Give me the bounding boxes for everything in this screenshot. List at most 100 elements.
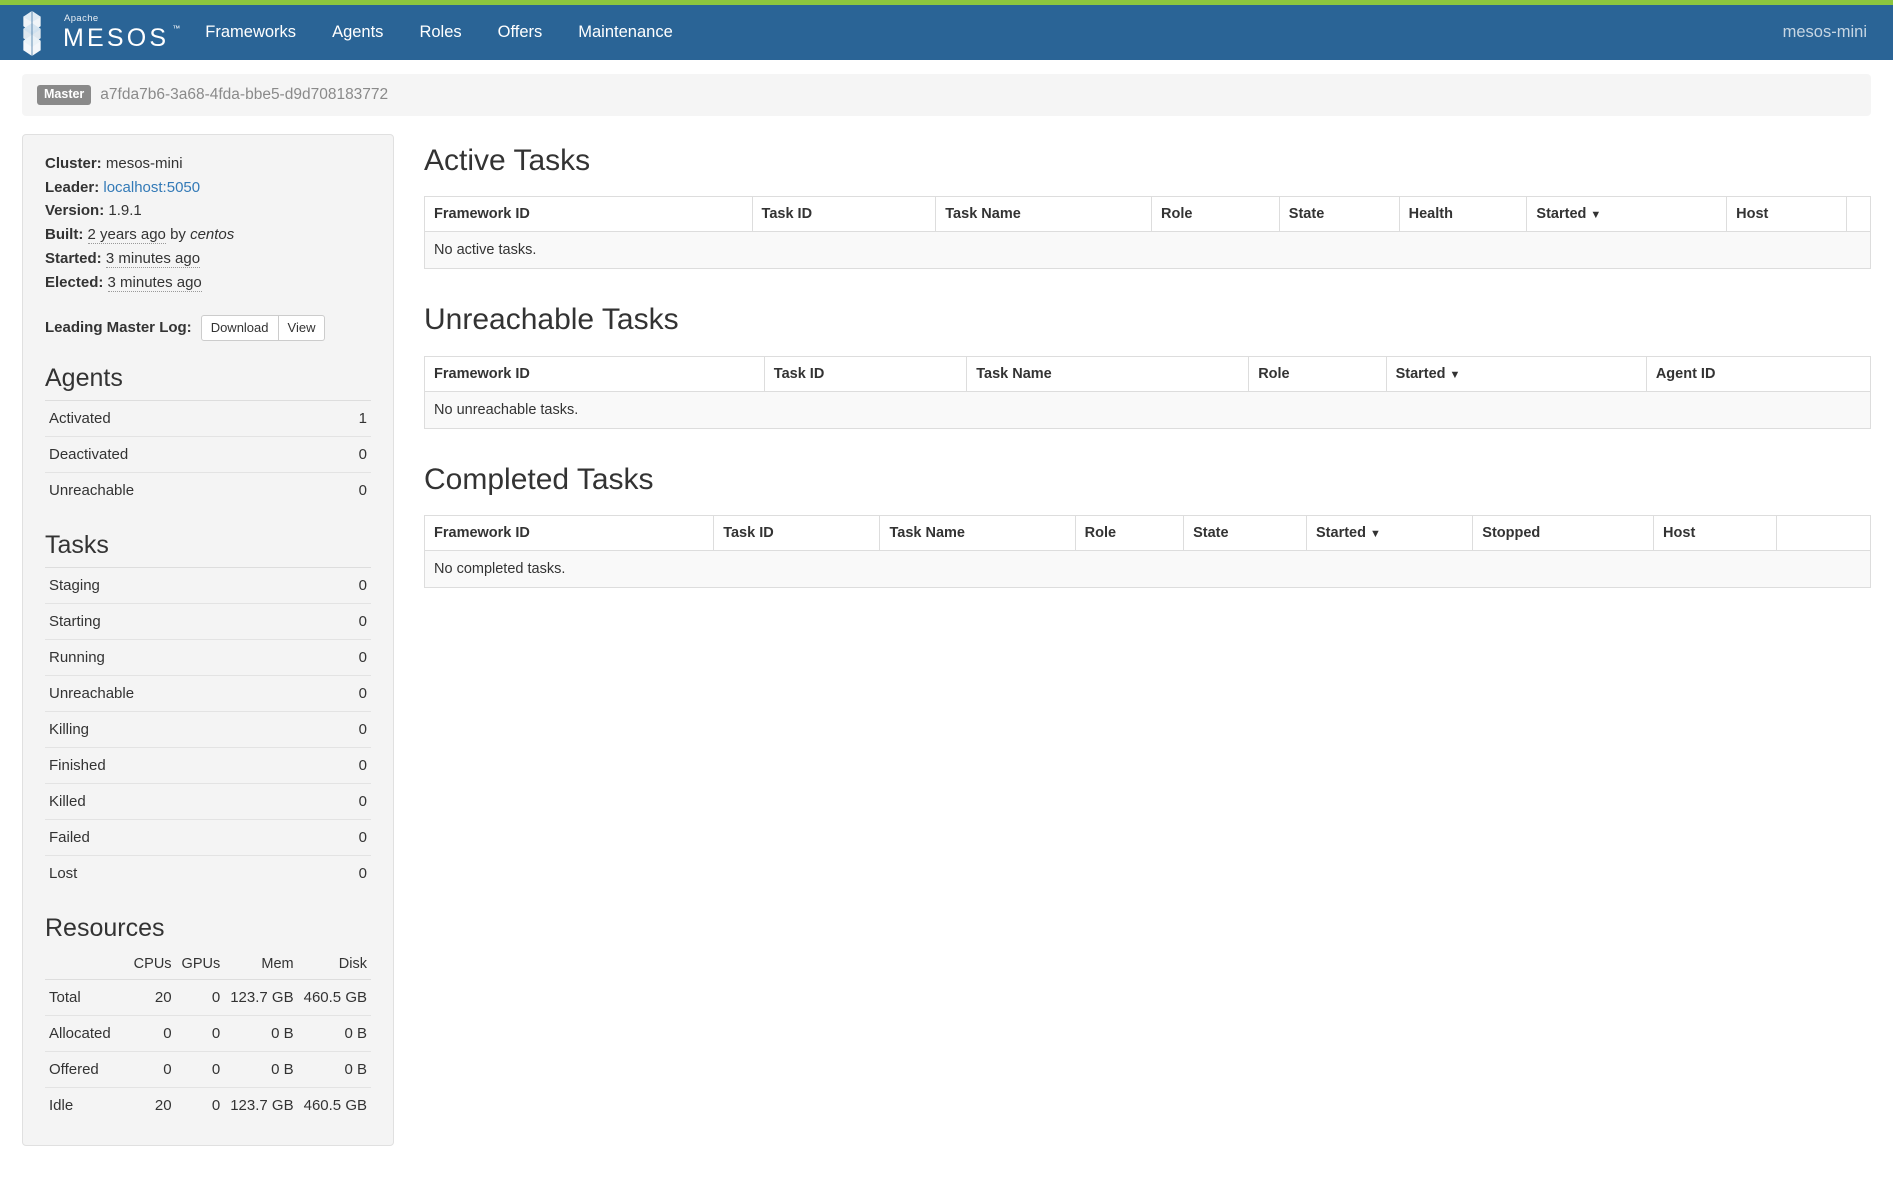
nav-item-roles[interactable]: Roles: [401, 5, 479, 60]
meta-leader-link[interactable]: localhost:5050: [103, 179, 200, 196]
resources-col-mem: Mem: [224, 950, 298, 981]
tasks-failed-value: 0: [318, 819, 371, 856]
completed-col-started[interactable]: Started ▼: [1306, 515, 1474, 552]
tasks-starting-label: Starting: [45, 603, 319, 640]
table-row: No active tasks.: [424, 231, 1871, 269]
resources-allocated-gpus: 0: [175, 1015, 225, 1052]
unreachable-col-task-id[interactable]: Task ID: [763, 356, 968, 392]
tasks-section-title: Tasks: [45, 531, 109, 560]
resources-header-row: CPUs GPUs Mem Disk: [45, 950, 371, 981]
meta-elected-label: Elected:: [45, 273, 104, 291]
main-panel: Active Tasks Framework ID Task ID Task N…: [394, 134, 1872, 591]
unreachable-col-started[interactable]: Started ▼: [1385, 356, 1647, 392]
tasks-finished-value: 0: [318, 747, 371, 784]
mesos-brand-link[interactable]: Apache MESOS ™: [0, 5, 187, 60]
active-col-extra: [1845, 196, 1872, 233]
resources-idle-label: Idle: [45, 1087, 128, 1124]
completed-col-framework-id[interactable]: Framework ID: [423, 515, 715, 552]
brand-apache-text: Apache: [64, 13, 99, 25]
resources-section-title: Resources: [45, 914, 165, 943]
table-row: No completed tasks.: [424, 550, 1871, 588]
completed-col-state[interactable]: State: [1183, 515, 1308, 552]
unreachable-tasks-empty-message: No unreachable tasks.: [424, 390, 1871, 429]
resources-allocated-mem: 0 B: [224, 1015, 298, 1052]
brand-trademark-symbol: ™: [172, 23, 181, 33]
active-col-task-name[interactable]: Task Name: [935, 196, 1152, 233]
agents-deactivated-value: 0: [318, 436, 371, 473]
agents-section-title: Agents: [45, 364, 123, 393]
resources-idle-mem: 123.7 GB: [224, 1087, 298, 1124]
meta-elected-value: 3 minutes ago: [107, 273, 202, 292]
agents-activated-label: Activated: [45, 400, 319, 437]
nav-item-offers[interactable]: Offers: [480, 5, 561, 60]
unreachable-col-role[interactable]: Role: [1248, 356, 1387, 392]
meta-leader-label: Leader:: [45, 178, 100, 196]
active-col-started-label: Started: [1536, 206, 1587, 223]
meta-cluster-value: mesos-mini: [105, 154, 183, 172]
meta-cluster: Cluster: mesos-mini: [45, 153, 371, 176]
tasks-lost-label: Lost: [45, 855, 319, 892]
view-log-button[interactable]: View: [278, 314, 326, 342]
resources-offered-label: Offered: [45, 1051, 128, 1088]
unreachable-col-framework-id[interactable]: Framework ID: [424, 356, 765, 392]
brand-wordmark: Apache MESOS ™: [63, 13, 180, 51]
table-row: Failed 0: [45, 819, 371, 856]
agents-activated-value: 1: [318, 400, 371, 437]
nav-links: Frameworks Agents Roles Offers Maintenan…: [187, 5, 690, 60]
meta-started-value: 3 minutes ago: [105, 249, 201, 268]
resources-total-mem: 123.7 GB: [224, 979, 298, 1016]
active-col-role[interactable]: Role: [1150, 196, 1280, 233]
resources-col-gpus: GPUs: [175, 950, 225, 981]
breadcrumb-wrapper: Master a7fda7b6-3a68-4fda-bbe5-d9d708183…: [0, 60, 1893, 116]
resources-col-cpus: CPUs: [127, 950, 176, 981]
brand-mesos-text: MESOS ™: [63, 24, 180, 51]
meta-built: Built: 2 years ago by centos: [45, 224, 371, 247]
completed-col-started-label: Started: [1316, 525, 1366, 542]
agents-deactivated-label: Deactivated: [45, 436, 319, 473]
active-col-host[interactable]: Host: [1726, 196, 1847, 233]
table-row: Idle 20 0 123.7 GB 460.5 GB: [45, 1087, 371, 1124]
meta-started-label: Started:: [45, 249, 102, 267]
table-row: Total 20 0 123.7 GB 460.5 GB: [45, 979, 371, 1016]
active-col-started[interactable]: Started ▼: [1526, 196, 1728, 233]
completed-col-role[interactable]: Role: [1074, 515, 1185, 552]
unreachable-col-agent-id[interactable]: Agent ID: [1645, 356, 1872, 392]
sidebar-panel: Cluster: mesos-mini Leader: localhost:50…: [22, 133, 394, 1147]
meta-cluster-label: Cluster:: [45, 154, 102, 172]
meta-version-label: Version:: [45, 202, 105, 220]
unreachable-tasks-table: Framework ID Task ID Task Name Role Star…: [424, 355, 1872, 429]
active-col-state[interactable]: State: [1278, 196, 1400, 233]
meta-leader: Leader: localhost:5050: [45, 177, 371, 200]
active-col-health[interactable]: Health: [1398, 196, 1528, 233]
download-log-button[interactable]: Download: [200, 314, 279, 342]
resources-total-label: Total: [45, 979, 128, 1016]
completed-tasks-title: Completed Tasks: [424, 462, 654, 496]
active-col-task-id[interactable]: Task ID: [751, 196, 937, 233]
mesos-logo-icon: [10, 10, 54, 56]
completed-col-stopped[interactable]: Stopped: [1472, 515, 1655, 552]
resources-offered-cpus: 0: [127, 1051, 176, 1088]
active-tasks-title: Active Tasks: [424, 143, 591, 177]
master-badge: Master: [37, 85, 92, 105]
table-row: Killed 0: [45, 783, 371, 820]
sort-descending-icon: ▼: [1590, 209, 1602, 222]
active-col-framework-id[interactable]: Framework ID: [424, 196, 753, 233]
completed-col-task-name[interactable]: Task Name: [879, 515, 1076, 552]
unreachable-col-task-name[interactable]: Task Name: [966, 356, 1250, 392]
nav-item-maintenance[interactable]: Maintenance: [560, 5, 690, 60]
tasks-killing-label: Killing: [45, 711, 319, 748]
tasks-unreachable-label: Unreachable: [45, 675, 319, 712]
resources-table: CPUs GPUs Mem Disk Total 20 0 123.7 GB 4…: [45, 950, 371, 1124]
meta-version: Version: 1.9.1: [45, 200, 371, 223]
tasks-running-value: 0: [318, 639, 371, 676]
resources-col-blank: [45, 950, 128, 981]
completed-col-host[interactable]: Host: [1653, 515, 1777, 552]
meta-elected: Elected: 3 minutes ago: [45, 272, 371, 295]
nav-item-frameworks[interactable]: Frameworks: [187, 5, 314, 60]
navbar-cluster-name: mesos-mini: [1782, 23, 1867, 41]
nav-item-agents[interactable]: Agents: [314, 5, 401, 60]
active-tasks-header-row: Framework ID Task ID Task Name Role Stat…: [424, 196, 1872, 233]
table-row: Unreachable 0: [45, 675, 371, 712]
completed-col-task-id[interactable]: Task ID: [713, 515, 881, 552]
table-row: Activated 1: [45, 400, 371, 437]
